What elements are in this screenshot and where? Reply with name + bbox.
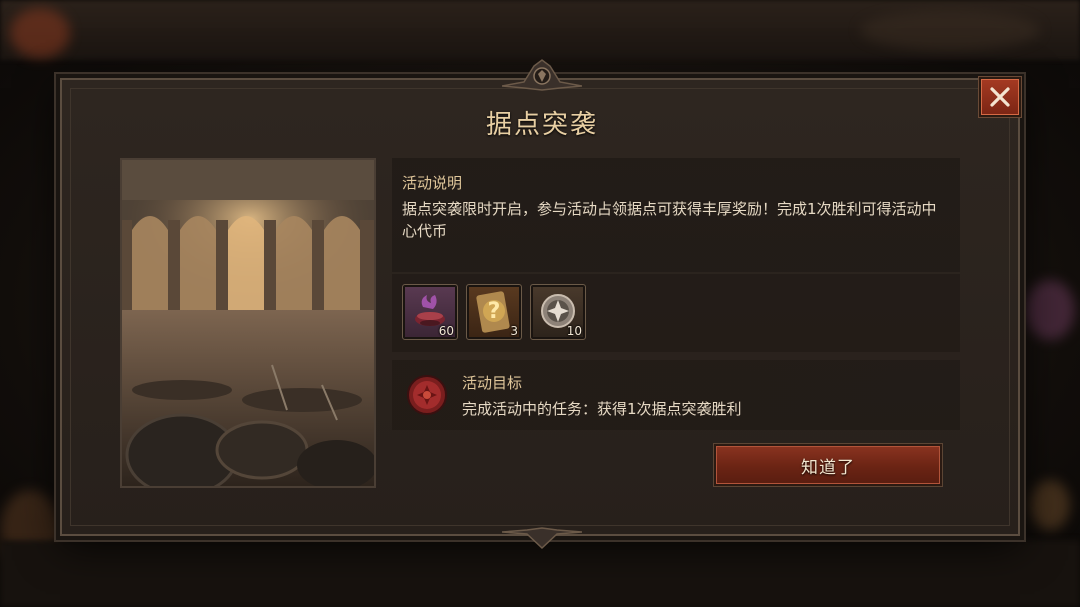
close-button[interactable] bbox=[979, 77, 1021, 117]
goal-text: 完成活动中的任务：获得1次据点突袭胜利 bbox=[462, 400, 742, 418]
goal-panel: 活动目标 完成活动中的任务：获得1次据点突袭胜利 bbox=[392, 360, 960, 430]
red-seal-icon bbox=[407, 375, 447, 415]
rewards-panel: 60 ? 3 10 bbox=[392, 274, 960, 352]
background-bottom-bar bbox=[0, 540, 1080, 607]
background-blur bbox=[10, 8, 70, 58]
background-blur bbox=[1025, 280, 1075, 340]
reward-item[interactable]: 60 bbox=[402, 284, 458, 340]
dialog-title: 据点突袭 bbox=[485, 110, 598, 140]
reward-count: 60 bbox=[438, 324, 454, 338]
close-icon bbox=[990, 87, 1010, 107]
description-label: 活动说明 bbox=[402, 174, 463, 192]
description-panel: 活动说明 据点突袭限时开启，参与活动占领据点可获得丰厚奖励！完成1次胜利可得活动… bbox=[392, 158, 960, 272]
background-blur bbox=[1030, 480, 1070, 530]
reward-item[interactable]: ? 3 bbox=[466, 284, 522, 340]
bottom-ornament-icon bbox=[502, 527, 582, 550]
background-blur bbox=[860, 10, 1040, 50]
confirm-button[interactable]: 知道了 bbox=[714, 444, 942, 486]
description-text: 据点突袭限时开启，参与活动占领据点可获得丰厚奖励！完成1次胜利可得活动中心代币 bbox=[402, 200, 937, 240]
svg-text:?: ? bbox=[488, 299, 501, 324]
colosseum-ruins-image bbox=[122, 160, 374, 486]
reward-count: 3 bbox=[510, 324, 518, 338]
crest-ornament-icon bbox=[502, 59, 582, 91]
reward-item[interactable]: 10 bbox=[530, 284, 586, 340]
goal-label: 活动目标 bbox=[462, 374, 523, 392]
event-dialog: 据点突袭 活动说明 据点突袭限时开启，参与活动占领据点可获得丰厚奖励！完成1次胜… bbox=[60, 59, 1020, 550]
reward-count: 10 bbox=[566, 324, 582, 338]
event-artwork bbox=[120, 158, 376, 488]
